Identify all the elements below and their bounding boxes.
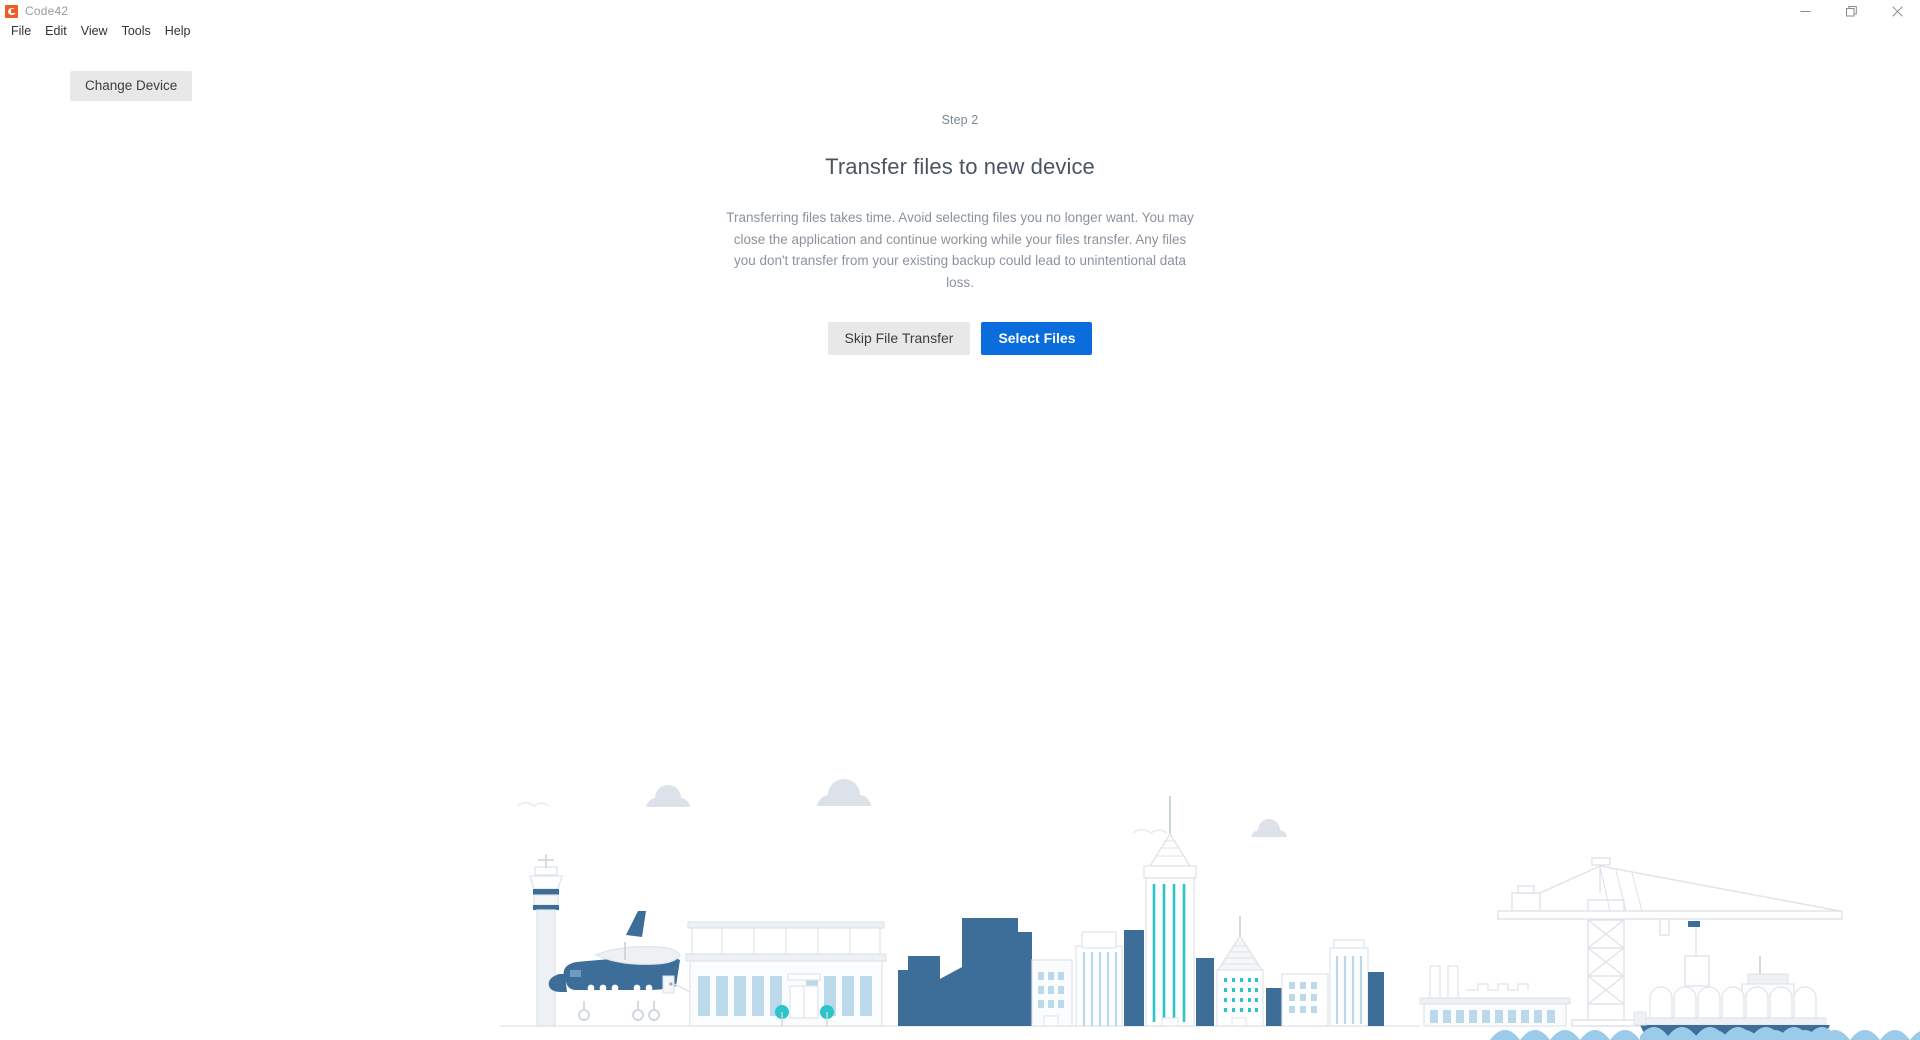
select-files-button[interactable]: Select Files bbox=[981, 322, 1093, 355]
minimize-button[interactable] bbox=[1782, 0, 1828, 22]
change-device-button[interactable]: Change Device bbox=[70, 71, 193, 101]
cargo-ship bbox=[1633, 956, 1830, 1040]
close-button[interactable] bbox=[1874, 0, 1920, 22]
action-buttons: Skip File Transfer Select Files bbox=[827, 322, 1093, 355]
city-skyline-harbor-airport-illustration bbox=[0, 720, 1920, 1040]
airport-control-tower bbox=[529, 854, 563, 1027]
page-title: Transfer files to new device bbox=[825, 154, 1095, 179]
window-controls bbox=[1782, 0, 1920, 22]
factory-building bbox=[1419, 965, 1571, 1027]
airplane-icon bbox=[548, 911, 703, 1021]
water-waves bbox=[1490, 1030, 1920, 1040]
titlebar-left: Code42 bbox=[0, 4, 68, 18]
description-text: Transferring files takes time. Avoid sel… bbox=[726, 210, 1194, 290]
change-device-toolbar: Change Device bbox=[70, 71, 193, 101]
restore-window-button[interactable] bbox=[1828, 0, 1874, 22]
app-title: Code42 bbox=[25, 4, 69, 18]
city-skyline bbox=[898, 796, 1384, 1027]
skip-file-transfer-button[interactable]: Skip File Transfer bbox=[827, 322, 971, 355]
menu-item-tools[interactable]: Tools bbox=[115, 23, 158, 40]
menu-item-edit[interactable]: Edit bbox=[38, 23, 74, 40]
step-label: Step 2 bbox=[941, 113, 979, 127]
main-content: Step 2 Transfer files to new device Tran… bbox=[0, 112, 1920, 355]
window-titlebar: Code42 bbox=[0, 0, 1920, 22]
airport-terminal-building bbox=[685, 921, 887, 1027]
tree-icon bbox=[775, 1005, 834, 1026]
menubar: File Edit View Tools Help bbox=[0, 22, 1920, 40]
construction-crane bbox=[1497, 857, 1843, 1027]
menu-item-file[interactable]: File bbox=[4, 23, 38, 40]
code42-logo-icon bbox=[5, 4, 18, 18]
menu-item-view[interactable]: View bbox=[74, 23, 115, 40]
menu-item-help[interactable]: Help bbox=[158, 23, 198, 40]
